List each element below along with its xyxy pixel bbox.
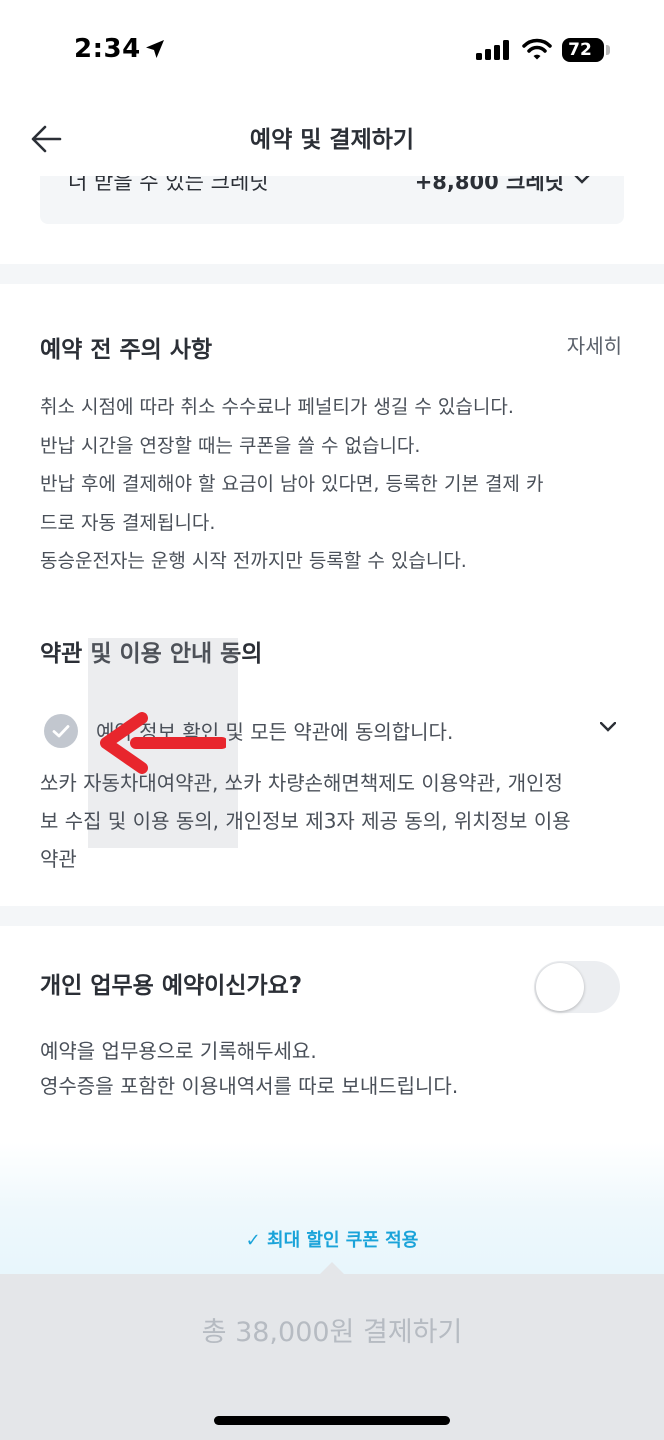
notice-list: 취소 시점에 따라 취소 수수료나 페널티가 생길 수 있습니다. 반납 시간을… (40, 388, 630, 581)
notice-line: 동승운전자는 운행 시작 전까지만 등록할 수 있습니다. (40, 550, 467, 572)
cellular-signal-icon (476, 40, 509, 60)
wifi-icon (522, 38, 552, 60)
terms-line: 보 수집 및 이용 동의, 개인정보 제3자 제공 동의, 위치정보 이용 (40, 809, 571, 833)
business-toggle[interactable] (534, 961, 620, 1013)
section-divider (0, 264, 664, 284)
terms-line: 약관 (40, 847, 77, 871)
coupon-note: ✓ 최대 할인 쿠폰 적용 (245, 1230, 419, 1251)
notice-line: 드로 자동 결제됩니다. (40, 511, 216, 534)
check-icon (52, 725, 70, 738)
battery-icon: 72 (562, 38, 604, 62)
terms-list: 쏘카 자동차대여약관, 쏘카 차량손해면책제도 이용약관, 개인정 보 수집 및… (40, 764, 630, 878)
battery-tip (606, 45, 610, 55)
agree-all-checkbox[interactable] (44, 714, 78, 748)
nav-bar: 예약 및 결제하기 (0, 100, 664, 176)
business-description: 예약을 업무용으로 기록해두세요. 영수증을 포함한 이용내역서를 따로 보내드… (40, 1034, 630, 1104)
business-desc-line: 영수증을 포함한 이용내역서를 따로 보내드립니다. (40, 1074, 459, 1098)
battery-level: 72 (568, 40, 592, 60)
notice-line: 반납 시간을 연장할 때는 쿠폰을 쓸 수 없습니다. (40, 434, 421, 457)
pay-button-label: 총 38,000원 결제하기 (201, 1317, 463, 1348)
detail-link[interactable]: 자세히 (567, 330, 622, 359)
status-time: 2:34 (74, 34, 141, 64)
section-divider (0, 906, 664, 926)
toggle-knob (536, 963, 584, 1011)
notice-line: 반납 후에 결제해야 할 요금이 남아 있다면, 등록한 기본 결제 카 (40, 473, 544, 495)
home-indicator (214, 1416, 450, 1425)
business-title: 개인 업무용 예약이신가요? (40, 973, 303, 999)
page-title: 예약 및 결제하기 (249, 127, 415, 153)
chevron-down-icon[interactable] (600, 722, 616, 732)
status-bar: 2:34 72 (0, 0, 664, 100)
pay-tooltip-notch (320, 1262, 344, 1274)
terms-line: 쏘카 자동차대여약관, 쏘카 차량손해면책제도 이용약관, 개인정 (40, 771, 563, 795)
notice-line: 취소 시점에 따라 취소 수수료나 페널티가 생길 수 있습니다. (40, 396, 514, 418)
location-arrow-icon (146, 40, 164, 58)
notice-title: 예약 전 주의 사항 (40, 337, 213, 363)
business-desc-line: 예약을 업무용으로 기록해두세요. (40, 1039, 317, 1063)
